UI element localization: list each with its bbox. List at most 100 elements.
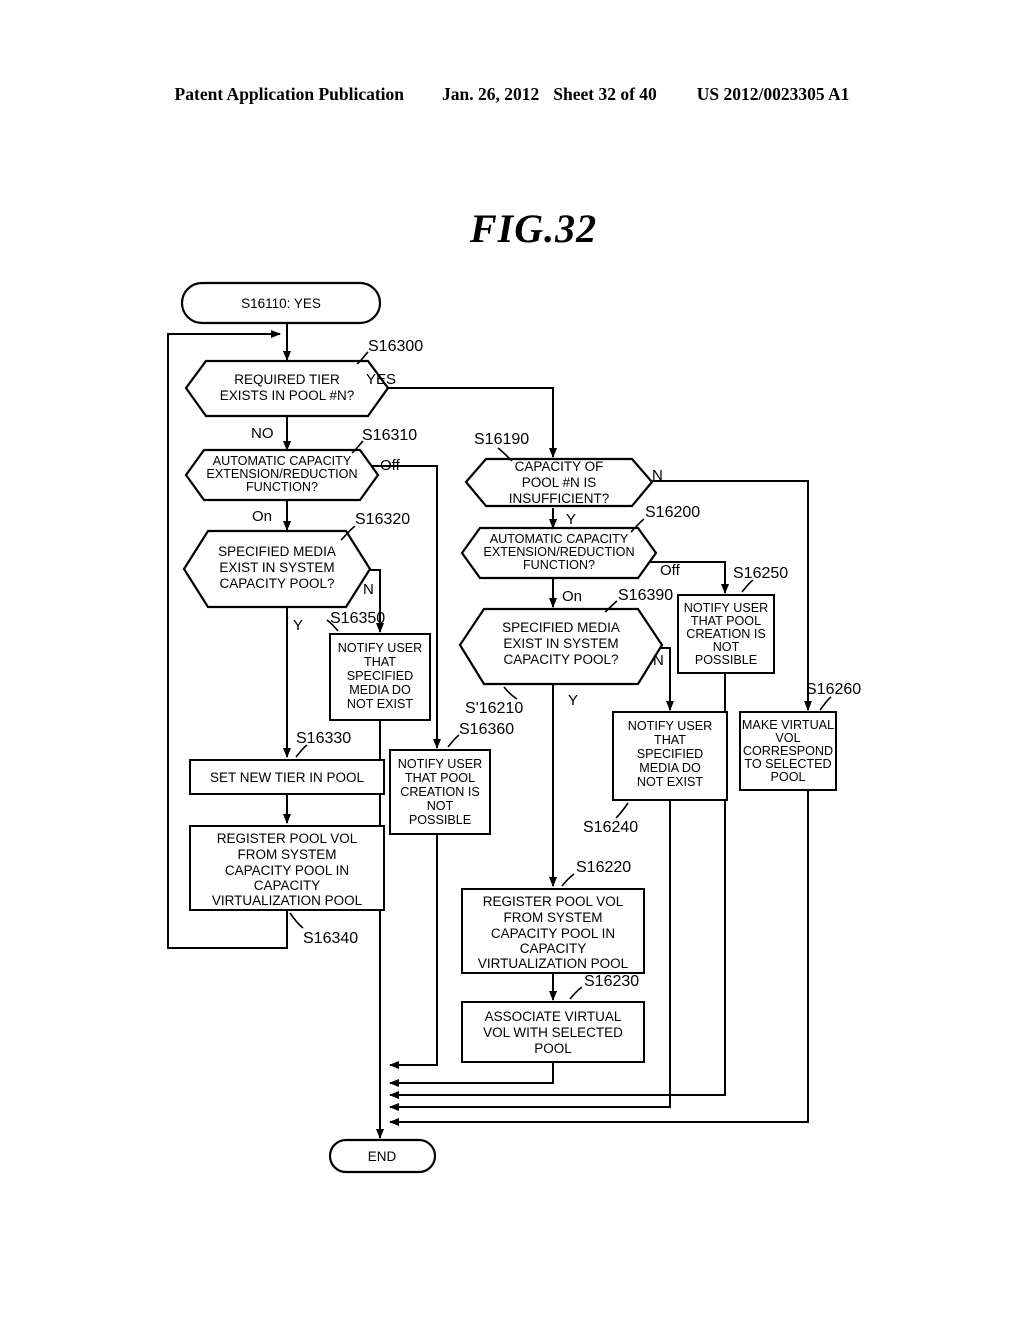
s16390-line2: EXIST IN SYSTEM [503, 636, 618, 651]
s16360-line2: THAT POOL [405, 771, 475, 785]
node-s16390[interactable]: SPECIFIED MEDIA EXIST IN SYSTEM CAPACITY… [458, 607, 664, 686]
node-start[interactable]: S16110: YES [180, 281, 382, 325]
s16390-line3: CAPACITY POOL? [503, 652, 618, 667]
leader-s16340 [289, 912, 304, 929]
branch-label-s16190-y: Y [566, 511, 576, 528]
node-s16320[interactable]: SPECIFIED MEDIA EXIST IN SYSTEM CAPACITY… [182, 529, 372, 609]
branch-label-s16320-n: N [363, 581, 374, 598]
s16190-line3: INSUFFICIENT? [509, 491, 610, 506]
s16340-line3: CAPACITY POOL IN [225, 863, 349, 878]
branch-label-s16310-on: On [252, 508, 272, 525]
s16230-line1: ASSOCIATE VIRTUAL [485, 1009, 622, 1024]
node-s16240[interactable]: NOTIFY USER THAT SPECIFIED MEDIA DO NOT … [612, 711, 728, 801]
branch-label-s16200-on: On [562, 588, 582, 605]
s16250-line3: CREATION IS [686, 627, 766, 641]
branch-label-s16310-off: Off [380, 457, 401, 474]
leader-s16230 [569, 986, 583, 1000]
s16300-line1: REQUIRED TIER [234, 372, 340, 387]
s16300-line2: EXISTS IN POOL #N? [220, 388, 355, 403]
s16220-line3: CAPACITY POOL IN [491, 926, 615, 941]
s16360-line4: NOT [427, 799, 454, 813]
s16340-line2: FROM SYSTEM [237, 847, 336, 862]
s16260-line3: CORRESPOND [743, 744, 833, 758]
step-label-s16260: S16260 [806, 681, 861, 698]
step-label-s16220: S16220 [576, 859, 631, 876]
flowchart-diagram: S16110: YES REQUIRED TIER EXISTS IN POOL… [167, 281, 861, 1174]
s16200-line3: FUNCTION? [523, 558, 595, 572]
s16220-line1: REGISTER POOL VOL [483, 894, 624, 909]
step-label-s16310: S16310 [362, 427, 417, 444]
s16250-line1: NOTIFY USER [684, 601, 768, 615]
s16260-line5: POOL [771, 770, 806, 784]
s16360-line5: POSSIBLE [409, 813, 471, 827]
step-label-s16230: S16230 [584, 973, 639, 990]
node-s16300[interactable]: REQUIRED TIER EXISTS IN POOL #N? [184, 359, 390, 418]
s16350-line5: NOT EXIST [347, 697, 414, 711]
step-label-s16350: S16350 [330, 610, 385, 627]
s16240-line4: MEDIA DO [639, 761, 701, 775]
step-label-s16320: S16320 [355, 511, 410, 528]
s16310-line1: AUTOMATIC CAPACITY [213, 454, 352, 468]
s16230-line3: POOL [534, 1041, 572, 1056]
node-s16360[interactable]: NOTIFY USER THAT POOL CREATION IS NOT PO… [389, 749, 491, 835]
branch-label-s16190-n: N [652, 467, 663, 484]
s16360-line3: CREATION IS [400, 785, 480, 799]
node-s16190[interactable]: CAPACITY OF POOL #N IS INSUFFICIENT? [464, 457, 654, 508]
s16200-line2: EXTENSION/REDUCTION [483, 545, 634, 559]
s16220-line2: FROM SYSTEM [503, 910, 602, 925]
s16390-line1: SPECIFIED MEDIA [502, 620, 620, 635]
s16260-line1: MAKE VIRTUAL [742, 718, 834, 732]
s16360-line1: NOTIFY USER [398, 757, 482, 771]
s16310-line3: FUNCTION? [246, 480, 318, 494]
s16320-line3: CAPACITY POOL? [219, 576, 334, 591]
s16310-line2: EXTENSION/REDUCTION [206, 467, 357, 481]
step-label-s16360: S16360 [459, 721, 514, 738]
branch-label-s16200-off: Off [660, 562, 681, 579]
step-label-s16390-alt: S'16210 [465, 700, 523, 717]
s16250-line4: NOT [713, 640, 740, 654]
s16220-line4: CAPACITY [520, 941, 587, 956]
branch-label-s16390-y: Y [568, 692, 578, 709]
s16350-line1: NOTIFY USER [338, 641, 422, 655]
leader-s16220 [561, 873, 575, 887]
node-s16330[interactable]: SET NEW TIER IN POOL [189, 759, 385, 795]
node-s16200[interactable]: AUTOMATIC CAPACITY EXTENSION/REDUCTION F… [460, 526, 658, 580]
s16340-line1: REGISTER POOL VOL [217, 831, 358, 846]
s16240-line1: NOTIFY USER [628, 719, 712, 733]
step-label-s16300: S16300 [368, 338, 423, 355]
s16260-line2: VOL [775, 731, 800, 745]
branch-label-s16320-y: Y [293, 617, 303, 634]
s16340-line5: VIRTUALIZATION POOL [212, 893, 363, 908]
node-s16260[interactable]: MAKE VIRTUAL VOL CORRESPOND TO SELECTED … [739, 711, 837, 791]
s16200-line1: AUTOMATIC CAPACITY [490, 532, 629, 546]
node-end[interactable]: END [328, 1138, 437, 1174]
s16260-line4: TO SELECTED [744, 757, 831, 771]
s16220-line5: VIRTUALIZATION POOL [478, 956, 629, 971]
patent-page: Patent Application Publication Jan. 26, 2… [0, 0, 1024, 1320]
conn-s16360-to-rail [389, 833, 438, 1069]
node-s16250[interactable]: NOTIFY USER THAT POOL CREATION IS NOT PO… [677, 594, 775, 674]
end-label: END [368, 1149, 397, 1164]
node-s16350[interactable]: NOTIFY USER THAT SPECIFIED MEDIA DO NOT … [329, 633, 431, 721]
step-label-s16340: S16340 [303, 930, 358, 947]
branch-label-s16390-n: N [653, 652, 664, 669]
s16320-line1: SPECIFIED MEDIA [218, 544, 336, 559]
leader-s16390-alt [503, 686, 518, 700]
branch-label-s16300-yes: YES [366, 371, 396, 388]
s16250-line5: POSSIBLE [695, 653, 757, 667]
s16240-line2: THAT [654, 733, 686, 747]
s16340-line4: CAPACITY [254, 878, 321, 893]
leader-s16260 [819, 696, 832, 711]
node-s16310[interactable]: AUTOMATIC CAPACITY EXTENSION/REDUCTION F… [184, 448, 380, 502]
node-s16230[interactable]: ASSOCIATE VIRTUAL VOL WITH SELECTED POOL [461, 1001, 645, 1063]
step-label-s16250: S16250 [733, 565, 788, 582]
s16330-line1: SET NEW TIER IN POOL [210, 770, 365, 785]
s16350-line4: MEDIA DO [349, 683, 411, 697]
step-label-s16200: S16200 [645, 504, 700, 521]
start-label: S16110: YES [241, 296, 321, 311]
node-s16340[interactable]: REGISTER POOL VOL FROM SYSTEM CAPACITY P… [189, 825, 385, 911]
step-label-s16240: S16240 [583, 819, 638, 836]
s16240-line3: SPECIFIED [637, 747, 703, 761]
s16230-line2: VOL WITH SELECTED [483, 1025, 623, 1040]
node-s16220[interactable]: REGISTER POOL VOL FROM SYSTEM CAPACITY P… [461, 888, 645, 974]
